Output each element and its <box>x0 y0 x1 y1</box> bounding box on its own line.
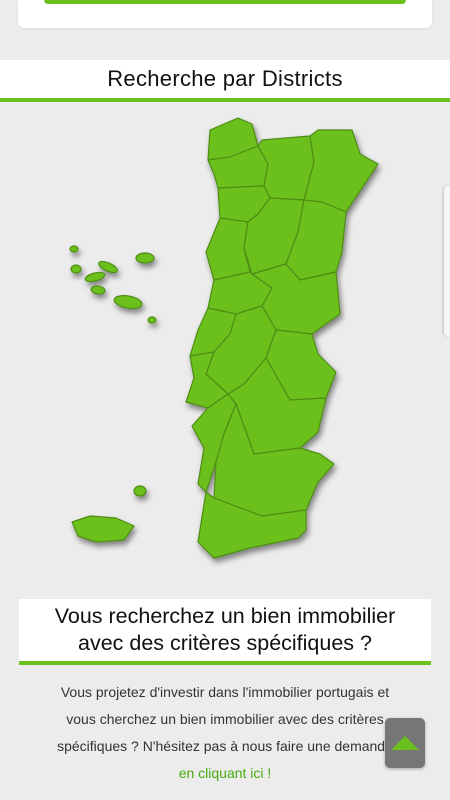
arrow-up-icon <box>391 736 419 750</box>
scroll-to-top-button[interactable] <box>385 718 425 768</box>
description-line3: spécifiques ? N'hésitez pas à nous faire… <box>57 738 393 754</box>
top-card <box>18 0 432 28</box>
description-line1: Vous projetez d'investir dans l'immobili… <box>60 684 390 700</box>
map-svg <box>69 117 379 559</box>
azores-islands[interactable] <box>69 245 157 324</box>
district-aveiro[interactable] <box>205 217 251 281</box>
promo-title-line1: Vous recherchez un bien immobilier <box>54 604 396 628</box>
description: Vous projetez d'investir dans l'immobili… <box>0 679 450 787</box>
district-braganca[interactable] <box>303 129 379 213</box>
section-title: Recherche par Districts <box>107 66 343 91</box>
cta-link[interactable]: en cliquant ici ! <box>0 760 450 787</box>
promo-box: Vous recherchez un bien immobilier avec … <box>19 599 431 665</box>
top-green-button[interactable] <box>44 0 406 4</box>
description-line2: vous cherchez un bien immobilier avec de… <box>66 711 384 727</box>
madeira-islands[interactable] <box>71 485 147 543</box>
section-header: Recherche par Districts <box>0 60 450 102</box>
portugal-districts-map <box>0 102 450 592</box>
promo-title-line2: avec des critères spécifiques ? <box>78 631 372 655</box>
edge-scroll-handle[interactable] <box>444 186 450 336</box>
